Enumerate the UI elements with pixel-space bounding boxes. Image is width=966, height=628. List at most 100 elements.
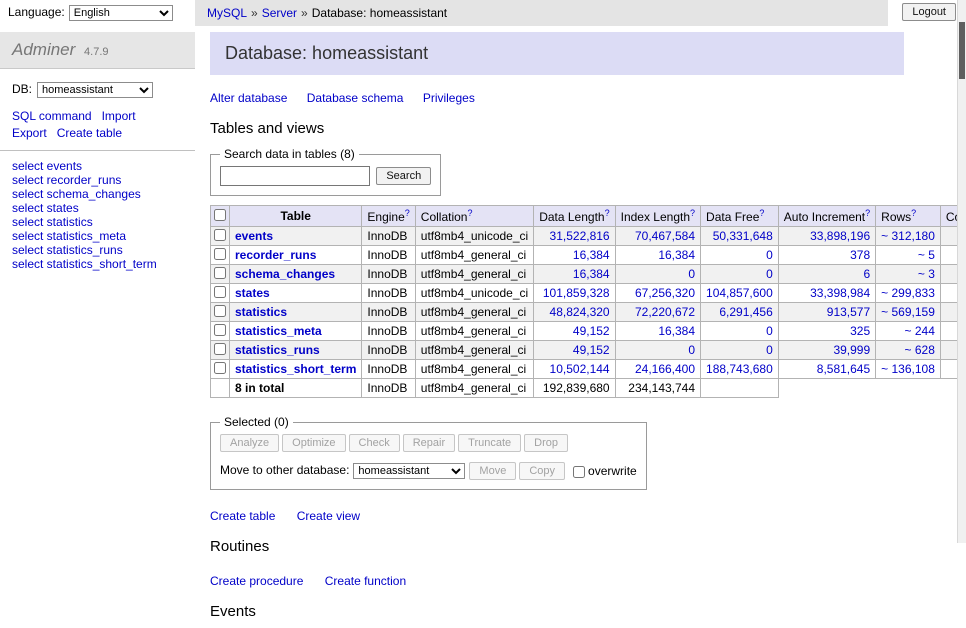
data-length-link[interactable]: 49,152 [573,324,610,338]
table-name-link[interactable]: events [235,229,273,243]
select-all-checkbox[interactable] [214,209,226,221]
auto-increment-help-link[interactable]: ? [865,208,870,218]
selected-action-button[interactable]: Truncate [458,434,521,452]
auto-increment-link[interactable]: 378 [850,248,870,262]
import-link[interactable]: Import [102,109,136,123]
search-input[interactable] [220,166,370,186]
index-length-link[interactable]: 24,166,400 [635,362,695,376]
rows-link[interactable]: ~ 5 [918,248,935,262]
index-length-link[interactable]: 16,384 [658,248,695,262]
copy-button[interactable]: Copy [519,462,565,480]
rows-link[interactable]: ~ 628 [905,343,935,357]
create-function-link[interactable]: Create function [325,574,406,588]
sidebar-table-link[interactable]: select statistics_runs [12,243,123,257]
sidebar-table-link[interactable]: select schema_changes [12,187,141,201]
data-length-link[interactable]: 16,384 [573,248,610,262]
table-name-link[interactable]: states [235,286,270,300]
data-length-link[interactable]: 48,824,320 [550,305,610,319]
index-length-link[interactable]: 72,220,672 [635,305,695,319]
privileges-link[interactable]: Privileges [423,91,475,105]
auto-increment-link[interactable]: 8,581,645 [817,362,870,376]
create-table-sidebar-link[interactable]: Create table [57,126,122,140]
row-checkbox[interactable] [214,305,226,317]
row-checkbox[interactable] [214,286,226,298]
selected-action-button[interactable]: Repair [403,434,455,452]
table-name-link[interactable]: statistics_meta [235,324,322,338]
table-name-link[interactable]: recorder_runs [235,248,316,262]
data-free-link[interactable]: 0 [766,248,773,262]
create-view-link[interactable]: Create view [297,509,360,523]
row-checkbox[interactable] [214,362,226,374]
auto-increment-link[interactable]: 913,577 [827,305,870,319]
auto-increment-link[interactable]: 39,999 [833,343,870,357]
logout-button[interactable]: Logout [902,3,956,21]
create-table-link[interactable]: Create table [210,509,275,523]
data-length-link[interactable]: 101,859,328 [543,286,610,300]
rows-link[interactable]: ~ 569,159 [881,305,935,319]
selected-action-button[interactable]: Check [349,434,400,452]
index-length-link[interactable]: 67,256,320 [635,286,695,300]
data-length-help-link[interactable]: ? [605,208,610,218]
table-name-link[interactable]: statistics_short_term [235,362,356,376]
engine-help-link[interactable]: ? [405,208,410,218]
create-procedure-link[interactable]: Create procedure [210,574,303,588]
rows-link[interactable]: ~ 136,108 [881,362,935,376]
data-free-link[interactable]: 6,291,456 [719,305,772,319]
index-length-link[interactable]: 16,384 [658,324,695,338]
data-length-link[interactable]: 31,522,816 [550,229,610,243]
scrollbar-thumb[interactable] [959,22,965,79]
data-free-link[interactable]: 104,857,600 [706,286,773,300]
auto-increment-link[interactable]: 325 [850,324,870,338]
selected-action-button[interactable]: Optimize [282,434,345,452]
data-free-link[interactable]: 0 [766,267,773,281]
sql-command-link[interactable]: SQL command [12,109,92,123]
row-checkbox[interactable] [214,343,226,355]
index-length-link[interactable]: 0 [688,267,695,281]
scrollbar[interactable] [957,0,966,543]
index-length-link[interactable]: 70,467,584 [635,229,695,243]
index-length-help-link[interactable]: ? [690,208,695,218]
selected-action-button[interactable]: Analyze [220,434,279,452]
data-free-link[interactable]: 0 [766,324,773,338]
rows-link[interactable]: ~ 244 [905,324,935,338]
data-length-link[interactable]: 16,384 [573,267,610,281]
sidebar-table-link[interactable]: select states [12,201,79,215]
data-free-help-link[interactable]: ? [759,208,764,218]
selected-action-button[interactable]: Drop [524,434,568,452]
db-select[interactable]: homeassistant [37,82,153,98]
alter-database-link[interactable]: Alter database [210,91,287,105]
move-button[interactable]: Move [469,462,516,480]
data-length-link[interactable]: 10,502,144 [550,362,610,376]
row-checkbox[interactable] [214,267,226,279]
search-button[interactable]: Search [376,167,431,185]
table-name-link[interactable]: statistics [235,305,287,319]
index-length-link[interactable]: 0 [688,343,695,357]
overwrite-checkbox[interactable] [573,466,585,478]
adminer-logo-link[interactable]: Adminer [12,40,75,59]
collation-help-link[interactable]: ? [467,208,472,218]
export-link[interactable]: Export [12,126,47,140]
data-free-link[interactable]: 188,743,680 [706,362,773,376]
sidebar-table-link[interactable]: select statistics_short_term [12,257,157,271]
rows-link[interactable]: ~ 3 [918,267,935,281]
rows-link[interactable]: ~ 299,833 [881,286,935,300]
breadcrumb-mysql-link[interactable]: MySQL [207,6,247,20]
rows-help-link[interactable]: ? [911,208,916,218]
row-checkbox[interactable] [214,229,226,241]
data-free-link[interactable]: 50,331,648 [713,229,773,243]
table-name-link[interactable]: statistics_runs [235,343,320,357]
sidebar-table-link[interactable]: select statistics [12,215,93,229]
sidebar-table-link[interactable]: select statistics_meta [12,229,126,243]
data-free-link[interactable]: 0 [766,343,773,357]
rows-link[interactable]: ~ 312,180 [881,229,935,243]
breadcrumb-server-link[interactable]: Server [262,6,297,20]
auto-increment-link[interactable]: 33,398,984 [810,286,870,300]
language-select[interactable]: English [69,5,173,21]
row-checkbox[interactable] [214,324,226,336]
database-schema-link[interactable]: Database schema [307,91,404,105]
table-name-link[interactable]: schema_changes [235,267,335,281]
auto-increment-link[interactable]: 6 [863,267,870,281]
auto-increment-link[interactable]: 33,898,196 [810,229,870,243]
sidebar-table-link[interactable]: select recorder_runs [12,173,121,187]
sidebar-table-link[interactable]: select events [12,159,82,173]
